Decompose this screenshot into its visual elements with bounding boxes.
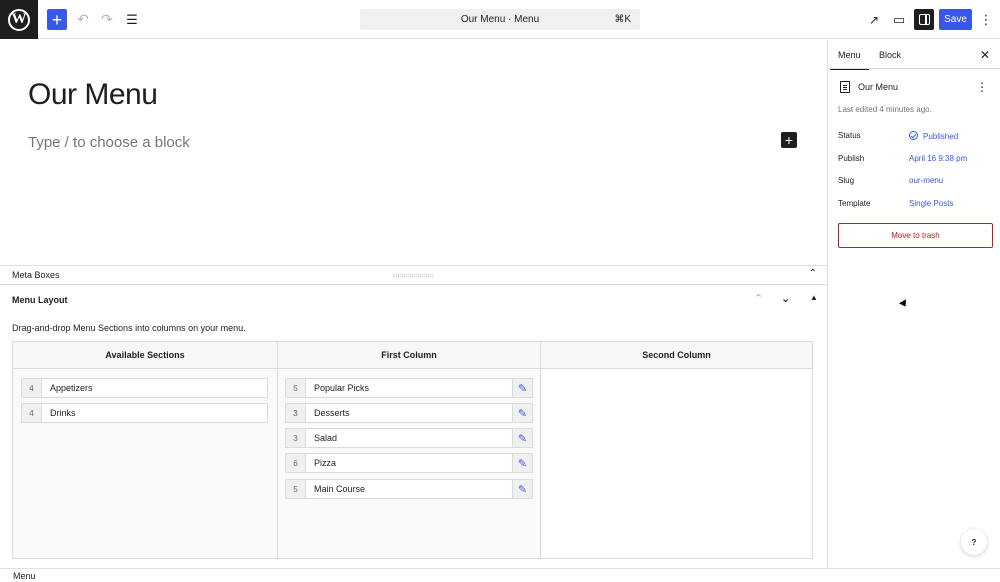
- post-actions-button[interactable]: ⋮: [976, 81, 988, 93]
- edit-pencil-icon[interactable]: ✎: [512, 404, 532, 422]
- breadcrumb[interactable]: Menu: [13, 571, 36, 581]
- editor-canvas: Our Menu Type / to choose a block +: [0, 40, 827, 265]
- preview-button[interactable]: ▭: [889, 9, 909, 30]
- settings-toggle-button[interactable]: [914, 9, 934, 30]
- item-count: 5: [286, 480, 306, 498]
- meta-boxes-title: Meta Boxes: [12, 270, 60, 280]
- column-second: Second Column: [541, 342, 812, 558]
- item-count: 6: [286, 454, 306, 472]
- item-name: Appetizers: [50, 383, 93, 393]
- help-button[interactable]: ?: [961, 529, 987, 555]
- publish-date-button[interactable]: April 16 9:38 pm: [909, 154, 967, 163]
- item-count: 4: [22, 404, 42, 422]
- menu-layout-title: Menu Layout: [12, 295, 68, 305]
- template-label: Template: [838, 199, 871, 208]
- post-title[interactable]: Our Menu: [28, 78, 158, 112]
- tab-menu[interactable]: Menu: [830, 50, 868, 70]
- column-header: Available Sections: [13, 342, 277, 369]
- item-name: Main Course: [314, 484, 366, 494]
- settings-sidebar: Menu Block ✕ Our Menu ⋮ Last edited 4 mi…: [827, 40, 1000, 568]
- column-drop-zone[interactable]: 4 Appetizers 4 Drinks: [13, 369, 277, 558]
- wordpress-logo-button[interactable]: W: [0, 0, 38, 39]
- document-title: Our Menu · Menu: [460, 14, 540, 25]
- item-name: Desserts: [314, 408, 350, 418]
- close-icon[interactable]: ✕: [980, 48, 990, 62]
- toggle-panel-button[interactable]: ▲: [810, 293, 818, 302]
- menu-layout-metabox: Menu Layout ⌃ ⌄ ▲ Drag-and-drop Menu Sec…: [0, 286, 827, 568]
- status-value: Published: [923, 132, 959, 141]
- edit-pencil-icon[interactable]: ✎: [512, 454, 532, 472]
- last-edited-text: Last edited 4 minutes ago.: [838, 105, 932, 114]
- item-name: Drinks: [50, 408, 76, 418]
- redo-button[interactable]: ↷: [97, 9, 117, 30]
- document-icon: [840, 81, 850, 93]
- status-value-button[interactable]: Published: [909, 131, 958, 141]
- move-to-trash-button[interactable]: Move to trash: [838, 223, 993, 248]
- menu-section-item[interactable]: 4 Appetizers: [21, 378, 268, 398]
- tab-block[interactable]: Block: [879, 50, 901, 60]
- edit-pencil-icon[interactable]: ✎: [512, 480, 532, 498]
- menu-section-item[interactable]: 3 Salad ✎: [285, 428, 533, 448]
- item-name: Popular Picks: [314, 383, 370, 393]
- column-available-sections: Available Sections 4 Appetizers 4 Drinks: [13, 342, 278, 558]
- item-name: Salad: [314, 433, 338, 443]
- resize-handle[interactable]: [393, 274, 433, 277]
- menu-section-item[interactable]: 5 Main Course ✎: [285, 479, 533, 499]
- column-drop-zone[interactable]: [541, 369, 812, 558]
- menu-section-item[interactable]: 6 Pizza ✎: [285, 453, 533, 473]
- block-inserter-button[interactable]: +: [47, 9, 67, 30]
- wordpress-logo-icon: W: [8, 8, 30, 31]
- status-label: Status: [838, 131, 861, 140]
- command-palette-button[interactable]: Our Menu · Menu ⌘K: [360, 9, 640, 30]
- save-button[interactable]: Save: [939, 9, 972, 30]
- view-post-button[interactable]: ↗: [864, 9, 884, 30]
- item-count: 3: [286, 404, 306, 422]
- edit-pencil-icon[interactable]: ✎: [512, 429, 532, 447]
- publish-label: Publish: [838, 154, 865, 163]
- published-check-icon: [909, 131, 918, 140]
- command-shortcut: ⌘K: [614, 14, 631, 25]
- editor-footer: Menu: [0, 568, 1000, 582]
- block-placeholder[interactable]: Type / to choose a block: [28, 134, 190, 151]
- sidebar-post-title: Our Menu: [858, 82, 899, 92]
- column-first: First Column 5 Popular Picks ✎ 3 Dessert…: [278, 342, 541, 558]
- inline-add-block-button[interactable]: +: [781, 132, 797, 148]
- menu-layout-description: Drag-and-drop Menu Sections into columns…: [12, 323, 246, 333]
- meta-boxes-collapse-button[interactable]: ⌃: [809, 268, 817, 279]
- slug-button[interactable]: our-menu: [909, 176, 943, 185]
- slug-label: Slug: [838, 176, 855, 185]
- item-count: 5: [286, 379, 306, 397]
- item-count: 4: [22, 379, 42, 397]
- menu-columns: Available Sections 4 Appetizers 4 Drinks…: [12, 341, 813, 559]
- menu-section-item[interactable]: 5 Popular Picks ✎: [285, 378, 533, 398]
- column-header: Second Column: [541, 342, 812, 369]
- menu-section-item[interactable]: 3 Desserts ✎: [285, 403, 533, 423]
- move-up-button[interactable]: ⌃: [754, 292, 763, 305]
- menu-section-item[interactable]: 4 Drinks: [21, 403, 268, 423]
- move-down-button[interactable]: ⌄: [781, 292, 790, 305]
- sidebar-icon: [918, 14, 930, 25]
- list-view-button[interactable]: ☰: [122, 9, 142, 30]
- item-name: Pizza: [314, 458, 337, 468]
- undo-button[interactable]: ↶: [73, 9, 93, 30]
- sidebar-tabs: Menu Block ✕: [828, 40, 1000, 70]
- edit-pencil-icon[interactable]: ✎: [512, 379, 532, 397]
- column-drop-zone[interactable]: 5 Popular Picks ✎ 3 Desserts ✎ 3 Salad ✎…: [278, 369, 540, 558]
- template-button[interactable]: Single Posts: [909, 199, 953, 208]
- meta-boxes-header: Meta Boxes ⌃: [0, 265, 827, 285]
- editor-header: W + ↶ ↷ ☰ Our Menu · Menu ⌘K ↗ ▭ Save ⋮: [0, 0, 1000, 39]
- column-header: First Column: [278, 342, 540, 369]
- options-menu-button[interactable]: ⋮: [978, 9, 994, 30]
- item-count: 3: [286, 429, 306, 447]
